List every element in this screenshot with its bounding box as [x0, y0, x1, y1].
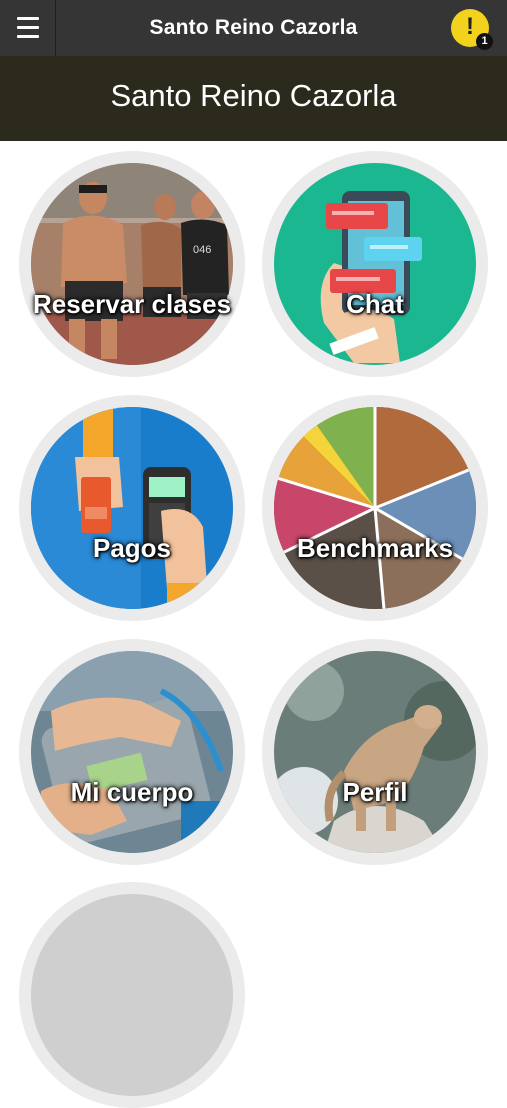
perfil-tile[interactable]: Perfil — [262, 639, 488, 865]
header-banner: Santo Reino Cazorla — [0, 56, 507, 141]
card-payment-illustration — [31, 407, 233, 609]
top-app-bar: Santo Reino Cazorla ! 1 — [0, 0, 507, 56]
next-tile-image — [31, 894, 233, 1096]
sports-collage-photo — [274, 407, 476, 609]
phone-chat-illustration — [274, 163, 476, 365]
banner-title: Santo Reino Cazorla — [110, 78, 397, 113]
notification-count-badge: 1 — [476, 33, 493, 50]
reservar-clases-tile[interactable]: 046 Reservar clases — [19, 151, 245, 377]
chat-tile[interactable]: Chat — [262, 151, 488, 377]
benchmarks-tile[interactable]: Benchmarks — [262, 395, 488, 621]
svg-text:046: 046 — [193, 244, 211, 256]
app-title: Santo Reino Cazorla — [149, 16, 358, 39]
reservar-clases-label: Reservar clases — [32, 289, 232, 319]
pagos-tile[interactable]: Pagos — [19, 395, 245, 621]
next-tile-partial[interactable] — [19, 882, 245, 1108]
puma-photo — [274, 651, 476, 853]
pagos-label: Pagos — [92, 533, 172, 563]
mi-cuerpo-tile[interactable]: Mi cuerpo — [19, 639, 245, 865]
benchmarks-label: Benchmarks — [296, 533, 454, 563]
notifications-button[interactable]: ! 1 — [451, 9, 493, 50]
bathroom-scale-photo — [31, 651, 233, 853]
perfil-label: Perfil — [342, 777, 408, 807]
mi-cuerpo-label: Mi cuerpo — [70, 777, 194, 807]
athletes-running-photo: 046 — [31, 163, 233, 365]
chat-label: Chat — [346, 289, 404, 319]
